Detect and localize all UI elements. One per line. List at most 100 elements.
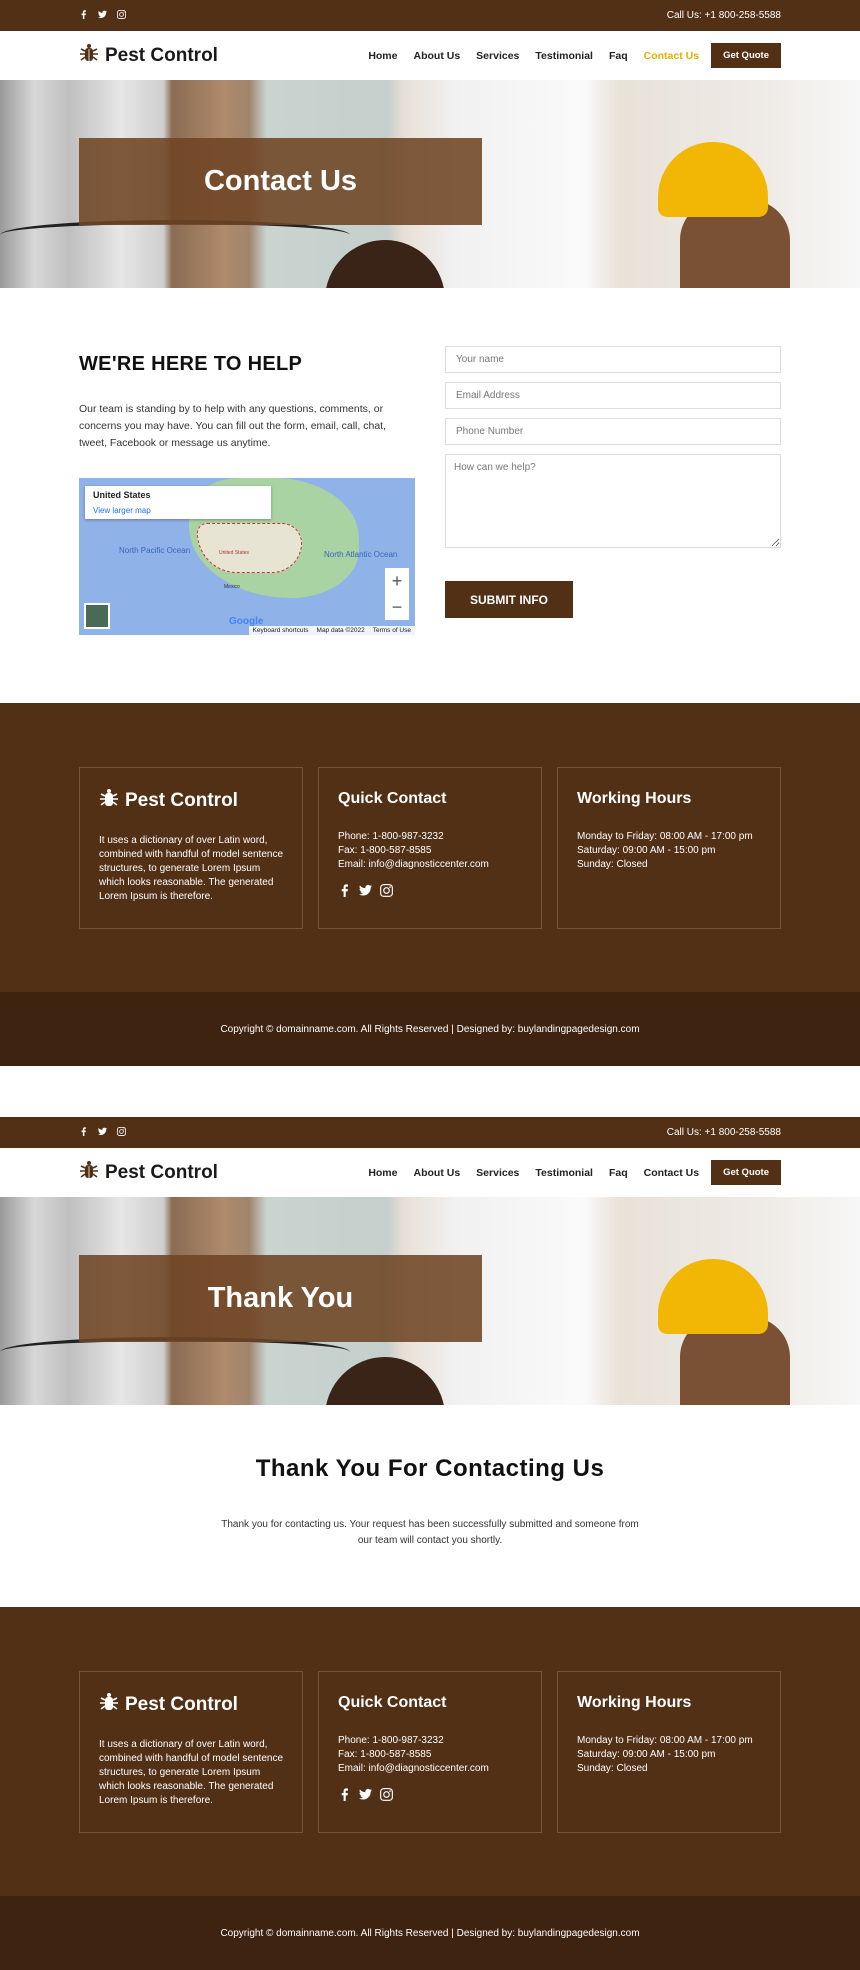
copyright-bar: Copyright © domainname.com. All Rights R… xyxy=(0,992,860,1066)
nav-item-faq[interactable]: Faq xyxy=(609,1167,628,1179)
nav-item-services[interactable]: Services xyxy=(476,1167,519,1179)
map-label: Mexico xyxy=(224,584,240,590)
footer-working-hours: Working Hours Monday to Friday: 08:00 AM… xyxy=(557,767,781,929)
social-links xyxy=(79,9,126,22)
section-text: Our team is standing by to help with any… xyxy=(79,403,386,449)
footer-logo-text: Pest Control xyxy=(125,1694,238,1715)
footer-instagram-icon[interactable] xyxy=(380,884,393,902)
thank-you-heading: Thank You For Contacting Us xyxy=(255,1455,605,1482)
map-label: North Pacific Ocean xyxy=(119,546,191,555)
map-attribution-link[interactable]: Keyboard shortcuts xyxy=(253,627,309,634)
submit-button[interactable]: SUBMIT INFO xyxy=(445,581,573,618)
footer-email[interactable]: Email: info@diagnosticcenter.com xyxy=(338,858,522,872)
hours-line: Sunday: Closed xyxy=(577,1763,648,1774)
footer-heading: Quick Contact xyxy=(338,790,447,807)
footer-fax: Fax: 1-800-587-8585 xyxy=(338,845,432,856)
footer-instagram-icon[interactable] xyxy=(380,1788,393,1806)
logo[interactable]: Pest Control xyxy=(79,1160,218,1186)
page-root: Call Us: +1 800-258-5588 Pest Control Ho… xyxy=(0,0,860,1970)
email-input[interactable] xyxy=(445,382,781,409)
map-satellite-toggle[interactable] xyxy=(84,603,110,629)
nav-item-about-us[interactable]: About Us xyxy=(414,50,461,62)
hours-line: Saturday: 09:00 AM - 15:00 pm xyxy=(577,1749,716,1760)
google-map[interactable]: North Pacific Ocean North Atlantic Ocean… xyxy=(79,478,415,635)
phone-field: Phone Number xyxy=(445,418,781,445)
nav-item-services[interactable]: Services xyxy=(476,50,519,62)
copyright-text: Copyright © domainname.com. All Rights R… xyxy=(220,1927,640,1939)
get-quote-button[interactable]: Get Quote xyxy=(711,43,781,68)
map-zoom-controls: + − xyxy=(385,568,409,620)
zoom-in-button[interactable]: + xyxy=(392,571,403,592)
nav-item-faq[interactable]: Faq xyxy=(609,50,628,62)
bug-icon xyxy=(99,788,119,814)
nav-item-home[interactable]: Home xyxy=(368,50,397,62)
map-info-card: United States View larger map xyxy=(85,486,271,519)
footer-twitter-icon[interactable] xyxy=(359,1788,372,1806)
footer-about: Pest Control It uses a dictionary of ove… xyxy=(79,1671,303,1833)
footer-working-hours: Working Hours Monday to Friday: 08:00 AM… xyxy=(557,1671,781,1833)
instagram-icon[interactable] xyxy=(117,9,126,22)
footer-phone[interactable]: Phone: 1-800-987-3232 xyxy=(338,1734,522,1748)
twitter-icon[interactable] xyxy=(98,1127,107,1139)
footer-facebook-icon[interactable] xyxy=(338,884,351,902)
map-label: United States xyxy=(219,550,250,556)
map-attribution-link[interactable]: Map data ©2022 xyxy=(317,627,365,634)
name-input[interactable] xyxy=(445,346,781,373)
map-label: North Atlantic Ocean xyxy=(324,550,398,559)
copyright-text: Copyright © domainname.com. All Rights R… xyxy=(220,1023,640,1035)
footer-fax: Fax: 1-800-587-8585 xyxy=(338,1749,432,1760)
top-bar: Call Us: +1 800-258-5588 xyxy=(0,0,860,31)
message-textarea[interactable] xyxy=(445,454,781,548)
twitter-icon[interactable] xyxy=(98,10,107,22)
contact-form: Your name Email Address Phone Number How… xyxy=(445,343,781,635)
facebook-icon[interactable] xyxy=(79,9,88,22)
map-attribution-link[interactable]: Terms of Use xyxy=(373,627,411,634)
message-field: How can we help? xyxy=(445,454,781,548)
nav-item-contact-us[interactable]: Contact Us xyxy=(644,50,699,62)
hours-line: Sunday: Closed xyxy=(577,859,648,870)
nav-item-testimonial[interactable]: Testimonial xyxy=(535,1167,593,1179)
footer-email[interactable]: Email: info@diagnosticcenter.com xyxy=(338,1762,522,1776)
footer-about: Pest Control It uses a dictionary of ove… xyxy=(79,767,303,929)
zoom-out-button[interactable]: − xyxy=(392,597,403,618)
page-separator xyxy=(0,1066,860,1117)
hero-image-hardhat xyxy=(658,142,768,217)
map-us-region xyxy=(197,523,302,573)
nav-item-home[interactable]: Home xyxy=(368,1167,397,1179)
hero-title: Thank You xyxy=(79,1255,482,1342)
get-quote-button[interactable]: Get Quote xyxy=(711,1160,781,1185)
call-us[interactable]: Call Us: +1 800-258-5588 xyxy=(667,10,781,21)
footer: Pest Control It uses a dictionary of ove… xyxy=(0,703,860,992)
footer-heading: Working Hours xyxy=(577,790,692,807)
instagram-icon[interactable] xyxy=(117,1126,126,1139)
nav-item-contact-us[interactable]: Contact Us xyxy=(644,1167,699,1179)
facebook-icon[interactable] xyxy=(79,1126,88,1139)
thank-you-section: Thank You For Contacting Us Thank you fo… xyxy=(0,1405,860,1607)
hours-line: Saturday: 09:00 AM - 15:00 pm xyxy=(577,845,716,856)
view-larger-map-link[interactable]: View larger map xyxy=(93,506,151,515)
footer-twitter-icon[interactable] xyxy=(359,884,372,902)
section-heading: WE'RE HERE TO HELP xyxy=(79,353,303,375)
nav-item-testimonial[interactable]: Testimonial xyxy=(535,50,593,62)
logo[interactable]: Pest Control xyxy=(79,43,218,69)
footer-facebook-icon[interactable] xyxy=(338,1788,351,1806)
footer: Pest Control It uses a dictionary of ove… xyxy=(0,1607,860,1896)
footer-quick-contact: Quick Contact Phone: 1-800-987-3232 Fax:… xyxy=(318,767,542,929)
main-menu: Home About Us Services Testimonial Faq Contac… xyxy=(368,1160,781,1185)
nav-item-about-us[interactable]: About Us xyxy=(414,1167,461,1179)
bug-icon xyxy=(79,43,99,69)
navbar: Pest Control Home About Us Services Testimo… xyxy=(0,1148,860,1197)
footer-logo-text: Pest Control xyxy=(125,790,238,811)
phone-input[interactable] xyxy=(445,418,781,445)
footer-phone[interactable]: Phone: 1-800-987-3232 xyxy=(338,830,522,844)
map-place: United States xyxy=(93,490,151,500)
footer-heading: Working Hours xyxy=(577,1694,692,1711)
hero-title: Contact Us xyxy=(79,138,482,225)
top-bar: Call Us: +1 800-258-5588 xyxy=(0,1117,860,1148)
footer-about-text: It uses a dictionary of over Latin word,… xyxy=(99,835,284,902)
main-menu: Home About Us Services Testimonial Faq Contac… xyxy=(368,43,781,68)
thank-you-text: Thank you for contacting us. Your reques… xyxy=(221,1519,639,1546)
map-attribution: Keyboard shortcuts Map data ©2022 Terms of… xyxy=(248,626,415,635)
bug-icon xyxy=(99,1692,119,1718)
call-us[interactable]: Call Us: +1 800-258-5588 xyxy=(667,1127,781,1138)
